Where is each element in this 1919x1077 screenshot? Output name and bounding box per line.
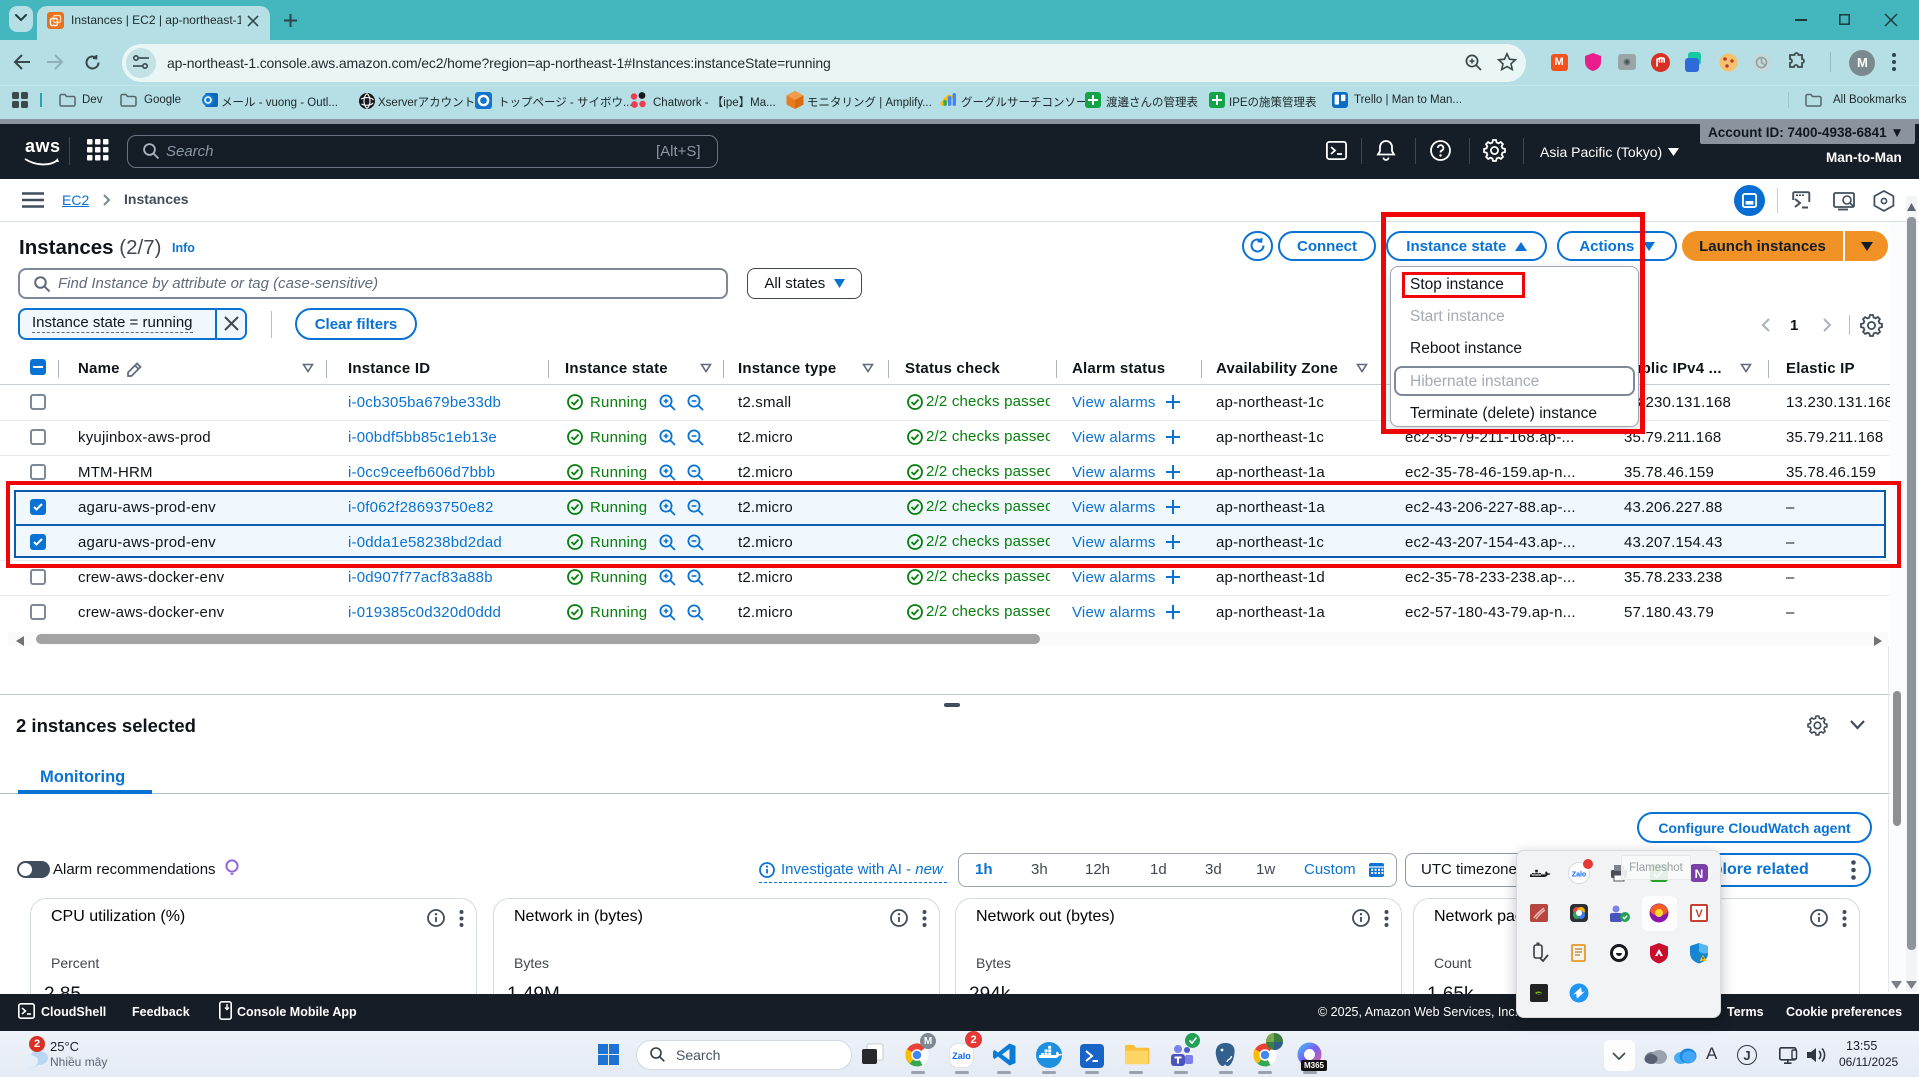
svg-text:N: N <box>1695 867 1704 881</box>
svg-text:V: V <box>1695 908 1703 920</box>
svg-text:Zalo: Zalo <box>1572 872 1586 879</box>
